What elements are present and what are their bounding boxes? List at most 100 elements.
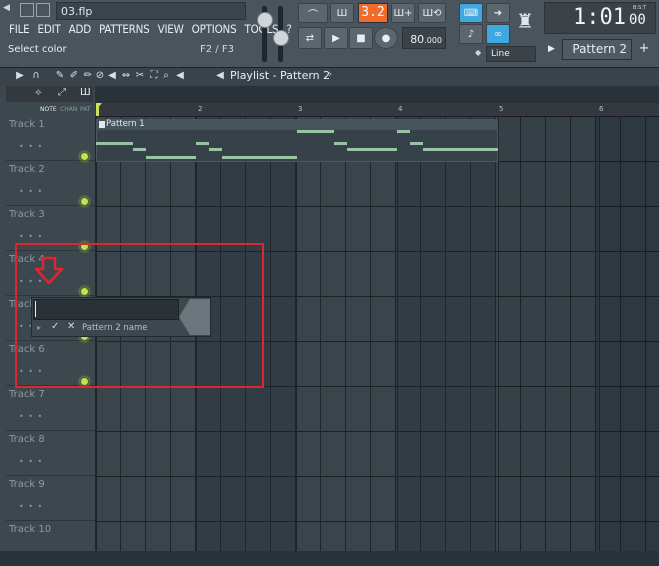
track-grip-icon[interactable]: • • • (19, 502, 43, 511)
stop-icon[interactable]: ■ (349, 27, 373, 49)
envelope-icon[interactable]: ⟡ (35, 87, 42, 98)
minimize-icon[interactable] (20, 3, 34, 17)
pattern-name-input[interactable] (33, 299, 179, 320)
track-label: Track 10 (9, 524, 52, 535)
hint-text: Select color (8, 44, 67, 55)
playlist-title-arrow-icon[interactable]: › (328, 69, 332, 80)
master-pitch-knob[interactable] (273, 30, 289, 46)
select-tool-icon[interactable]: ⛶ (148, 69, 160, 82)
color-swatch-icon[interactable] (178, 298, 211, 336)
ruler-label: 4 (398, 105, 403, 113)
step-edit-icon[interactable]: ➜ (486, 3, 510, 23)
pattern-clip-header[interactable]: Pattern 1 (96, 119, 498, 130)
track-grip-icon[interactable]: • • • (19, 457, 43, 466)
track-row[interactable]: Track 7 • • • (6, 386, 95, 431)
song-position-clock[interactable]: 1:01 00 B:S:T (544, 2, 656, 34)
add-pattern-icon[interactable]: + (636, 40, 652, 58)
cancel-icon[interactable]: ✕ (67, 321, 75, 332)
snap-magnet-icon[interactable]: ◆ (475, 48, 483, 57)
track-grip-icon[interactable]: • • • (19, 187, 43, 196)
menu-patterns[interactable]: PATTERNS (96, 22, 155, 38)
track-label: Track 8 (9, 434, 45, 445)
grid-bar-line (599, 116, 600, 551)
menu-add[interactable]: ADD (66, 22, 96, 38)
playlist-menu-icon[interactable]: ▶ (14, 69, 26, 82)
text-cursor (35, 301, 36, 317)
restore-icon[interactable] (36, 3, 50, 17)
pattern-prev-icon[interactable]: ▶ (548, 40, 560, 58)
ruler-label: 5 (499, 105, 504, 113)
snap-magnet-tool-icon[interactable]: ∩ (30, 69, 42, 82)
clock-unit: B:S:T (633, 5, 647, 11)
grid-bar-line (397, 116, 398, 551)
menu-edit[interactable]: EDIT (35, 22, 66, 38)
mute-tool-icon[interactable]: ◀ (106, 69, 118, 82)
filter-note[interactable]: NOTE (40, 106, 57, 113)
note-bar (222, 156, 297, 159)
track-row[interactable]: Track 1 • • • (6, 116, 95, 161)
draw-tool-icon[interactable]: ✎ (54, 69, 66, 82)
hat-icon[interactable]: ♜ (512, 3, 538, 41)
automation-icon[interactable]: ⤢ (58, 87, 66, 98)
pattern-selector[interactable]: Pattern 2 (562, 39, 632, 60)
confirm-icon[interactable]: ✓ (51, 321, 59, 332)
note-bar (410, 142, 423, 145)
snap-select[interactable]: Line (486, 46, 536, 62)
pattern-clip-name: Pattern 1 (106, 119, 145, 129)
pattern-picker-icon[interactable]: Ш (80, 87, 91, 98)
track-label: Track 7 (9, 389, 45, 400)
tempo-display[interactable]: 80.000 (402, 27, 446, 49)
slip-tool-icon[interactable]: ⇔ (120, 69, 132, 82)
typing-keyboard-icon[interactable]: ⌨ (459, 3, 483, 23)
grid-bar-line (498, 116, 499, 551)
delete-tool-icon[interactable]: ⊘ (94, 69, 106, 82)
loop-record-icon[interactable]: Ш⟲ (418, 3, 446, 23)
note-bar (423, 148, 498, 151)
menu-view[interactable]: VIEW (155, 22, 189, 38)
track-row[interactable]: Track 10 (6, 521, 95, 566)
playlist-speaker-icon: ◀ (216, 70, 224, 81)
track-grip-icon[interactable]: • • • (19, 232, 43, 241)
pattern-clip-menu-icon[interactable] (99, 121, 105, 128)
track-mute-led[interactable] (80, 197, 89, 206)
metronome-dial-icon[interactable]: ⌒ (298, 3, 328, 23)
note-bar (347, 148, 397, 151)
clock-time: 1:01 (573, 5, 626, 30)
playlist-title: Playlist - Pattern 2 (230, 69, 331, 82)
menu-options[interactable]: OPTIONS (189, 22, 242, 38)
track-grip-icon[interactable]: • • • (19, 142, 43, 151)
slice-tool-icon[interactable]: ✂ (134, 69, 146, 82)
menu-file[interactable]: FILE (6, 22, 35, 38)
wait-icon[interactable]: Ш (330, 3, 354, 23)
track-row[interactable]: Track 9 • • • (6, 476, 95, 521)
filter-chan[interactable]: CHAN (60, 106, 77, 113)
track-mute-led[interactable] (80, 152, 89, 161)
ruler-label: 2 (198, 105, 203, 113)
play-icon[interactable]: ▶ (324, 27, 348, 49)
master-volume-knob[interactable] (257, 12, 273, 28)
zoom-tool-icon[interactable]: ⌕ (160, 69, 172, 82)
paint-tool-icon[interactable]: ✐ (68, 69, 80, 82)
playback-tool-icon[interactable]: ◀ (174, 69, 186, 82)
track-row[interactable]: Track 2 • • • (6, 161, 95, 206)
track-label: Track 9 (9, 479, 45, 490)
paint-brush-icon[interactable]: ✏ (82, 69, 94, 82)
countdown-icon[interactable]: Ш+ (391, 3, 415, 23)
timeline-ruler[interactable]: 2 3 4 5 6 (95, 103, 659, 116)
popup-menu-icon[interactable]: ▸ (37, 323, 41, 332)
clock-fraction: 00 (629, 12, 646, 28)
pattern-selector-label: Pattern 2 (572, 42, 627, 56)
multilink-icon[interactable]: ∞ (486, 24, 510, 44)
pattern-song-toggle-icon[interactable]: ⇄ (298, 27, 322, 49)
note-bar (209, 148, 222, 151)
down-arrow-icon (34, 256, 64, 285)
note-bar (133, 148, 146, 151)
window-menu-icon[interactable]: ◀ (3, 3, 17, 17)
tempo-decimals: .000 (424, 36, 442, 45)
track-row[interactable]: Track 8 • • • (6, 431, 95, 476)
record-icon[interactable]: ● (374, 27, 398, 49)
filter-pat[interactable]: PAT (80, 106, 91, 113)
recording-filter-icon[interactable]: ♪ (459, 24, 483, 44)
pattern-song-display[interactable]: 3.2 (358, 3, 388, 23)
track-grip-icon[interactable]: • • • (19, 412, 43, 421)
